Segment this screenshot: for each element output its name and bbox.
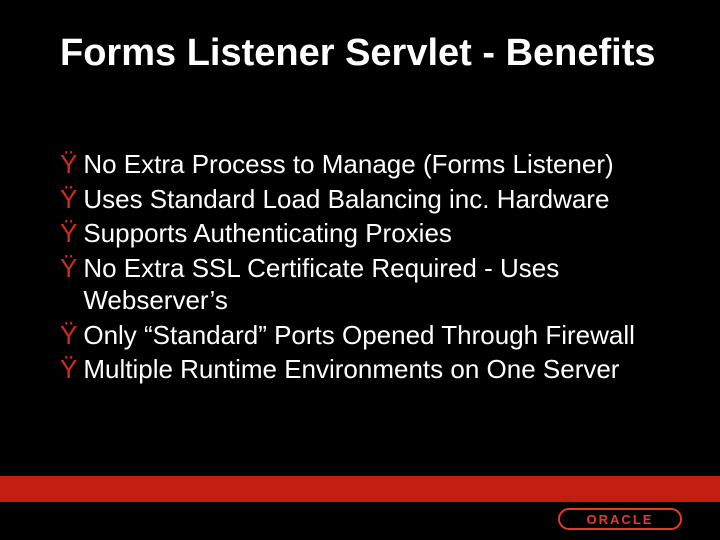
bullet-icon: Ÿ xyxy=(60,217,77,250)
bullet-list: Ÿ No Extra Process to Manage (Forms List… xyxy=(60,148,680,388)
bullet-text: No Extra SSL Certificate Required - Uses… xyxy=(83,252,680,317)
oracle-logo-text: ORACLE xyxy=(587,512,654,527)
bullet-text: Multiple Runtime Environments on One Ser… xyxy=(83,353,619,386)
footer-accent-bar xyxy=(0,476,720,502)
list-item: Ÿ Uses Standard Load Balancing inc. Hard… xyxy=(60,183,680,216)
list-item: Ÿ Supports Authenticating Proxies xyxy=(60,217,680,250)
bullet-text: Uses Standard Load Balancing inc. Hardwa… xyxy=(83,183,609,216)
bullet-icon: Ÿ xyxy=(60,148,77,181)
bullet-text: Supports Authenticating Proxies xyxy=(83,217,452,250)
bullet-icon: Ÿ xyxy=(60,183,77,216)
slide: Forms Listener Servlet - Benefits Ÿ No E… xyxy=(0,0,720,540)
page-title: Forms Listener Servlet - Benefits xyxy=(60,32,660,76)
bullet-text: Only “Standard” Ports Opened Through Fir… xyxy=(83,319,635,352)
oracle-logo-box: ORACLE xyxy=(558,508,682,530)
list-item: Ÿ Only “Standard” Ports Opened Through F… xyxy=(60,319,680,352)
bullet-text: No Extra Process to Manage (Forms Listen… xyxy=(83,148,613,181)
list-item: Ÿ No Extra Process to Manage (Forms List… xyxy=(60,148,680,181)
bullet-icon: Ÿ xyxy=(60,319,77,352)
list-item: Ÿ Multiple Runtime Environments on One S… xyxy=(60,353,680,386)
oracle-logo: ORACLE xyxy=(558,508,682,530)
bullet-icon: Ÿ xyxy=(60,252,77,285)
bullet-icon: Ÿ xyxy=(60,353,77,386)
list-item: Ÿ No Extra SSL Certificate Required - Us… xyxy=(60,252,680,317)
